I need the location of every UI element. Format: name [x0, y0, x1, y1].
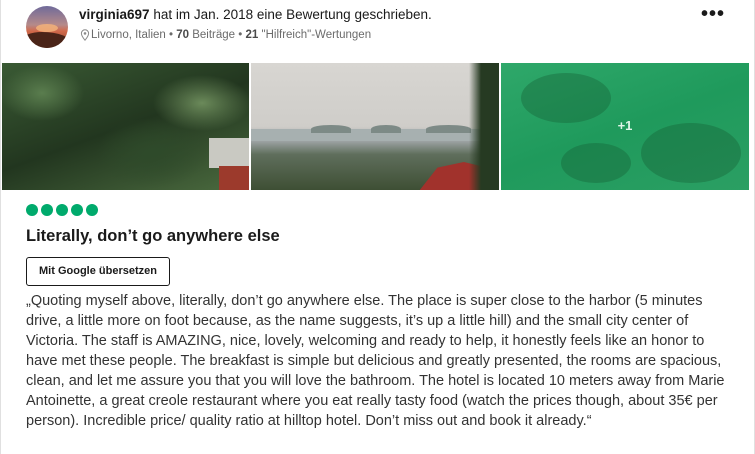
- avatar[interactable]: [26, 6, 68, 48]
- more-photos-button[interactable]: +1: [501, 63, 749, 190]
- helpful-label: "Hilfreich"-Wertungen: [261, 29, 372, 41]
- rating-bubble-5: [86, 204, 98, 216]
- rating-bubble-3: [56, 204, 68, 216]
- meta-separator: •: [238, 29, 243, 41]
- photo-foliage-shape: [561, 143, 631, 183]
- photo-foliage-shape: [521, 73, 611, 123]
- photo-wall-shape: [219, 166, 249, 190]
- photo-island-shape: [371, 125, 401, 133]
- photo-building-shape: [209, 138, 249, 168]
- rating-bubbles: [26, 204, 98, 216]
- review-photos: +1: [2, 63, 749, 190]
- rating-bubble-4: [71, 204, 83, 216]
- review-card: virginia697 hat im Jan. 2018 eine Bewert…: [0, 0, 755, 454]
- map-pin-icon: [80, 29, 90, 41]
- rating-bubble-2: [41, 204, 53, 216]
- photo-island-shape: [311, 125, 351, 133]
- helpful-count: 21: [245, 29, 259, 41]
- avatar-hill-shape: [26, 32, 68, 48]
- review-title[interactable]: Literally, don’t go anywhere else: [26, 227, 280, 246]
- avatar-sun-shape: [36, 24, 58, 32]
- contributions-count: 70: [176, 29, 190, 41]
- translate-button[interactable]: Mit Google übersetzen: [26, 257, 170, 286]
- rating-bubble-1: [26, 204, 38, 216]
- review-body: „Quoting myself above, literally, don’t …: [26, 293, 725, 429]
- meta-separator: •: [169, 29, 174, 41]
- reviewer-username[interactable]: virginia697: [79, 7, 150, 22]
- photo-tree-shape: [469, 63, 499, 190]
- more-options-icon[interactable]: •••: [700, 4, 726, 24]
- reviewer-line: virginia697 hat im Jan. 2018 eine Bewert…: [79, 7, 432, 22]
- review-header: virginia697 hat im Jan. 2018 eine Bewert…: [1, 0, 755, 62]
- more-photos-count: +1: [617, 118, 633, 133]
- review-photo-2[interactable]: [251, 63, 499, 190]
- review-photo-1[interactable]: [2, 63, 249, 190]
- review-action-text: hat im Jan. 2018 eine Bewertung geschrie…: [153, 7, 432, 22]
- photo-island-shape: [426, 125, 471, 133]
- reviewer-meta: Livorno, Italien • 70 Beiträge • 21 "Hil…: [80, 29, 371, 41]
- reviewer-location: Livorno, Italien: [91, 29, 166, 41]
- contributions-label: Beiträge: [192, 29, 236, 41]
